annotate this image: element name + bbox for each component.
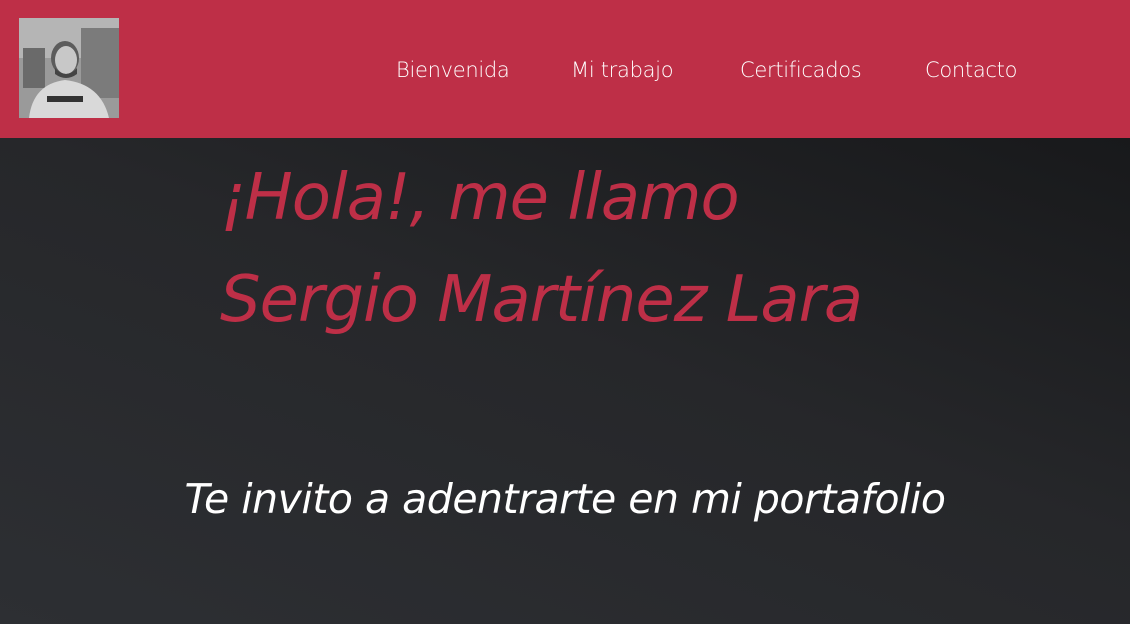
profile-photo-image [19, 18, 119, 118]
top-navbar: Bienvenida Mi trabajo Certificados Conta… [0, 0, 1130, 138]
nav-link-mi-trabajo[interactable]: Mi trabajo [571, 56, 674, 84]
nav-link-contacto[interactable]: Contacto [925, 56, 1017, 84]
hero-name: Sergio Martínez Lara [220, 263, 863, 337]
hero-tagline: Te invito a adentrarte en mi portafolio [184, 475, 946, 523]
nav-link-certificados[interactable]: Certificados [740, 56, 862, 84]
hero-greeting: ¡Hola!, me llamo [220, 161, 740, 235]
nav-link-bienvenida[interactable]: Bienvenida [396, 56, 510, 84]
hero-section: ¡Hola!, me llamo Sergio Martínez Lara Te… [0, 138, 1130, 624]
avatar[interactable] [19, 18, 119, 118]
